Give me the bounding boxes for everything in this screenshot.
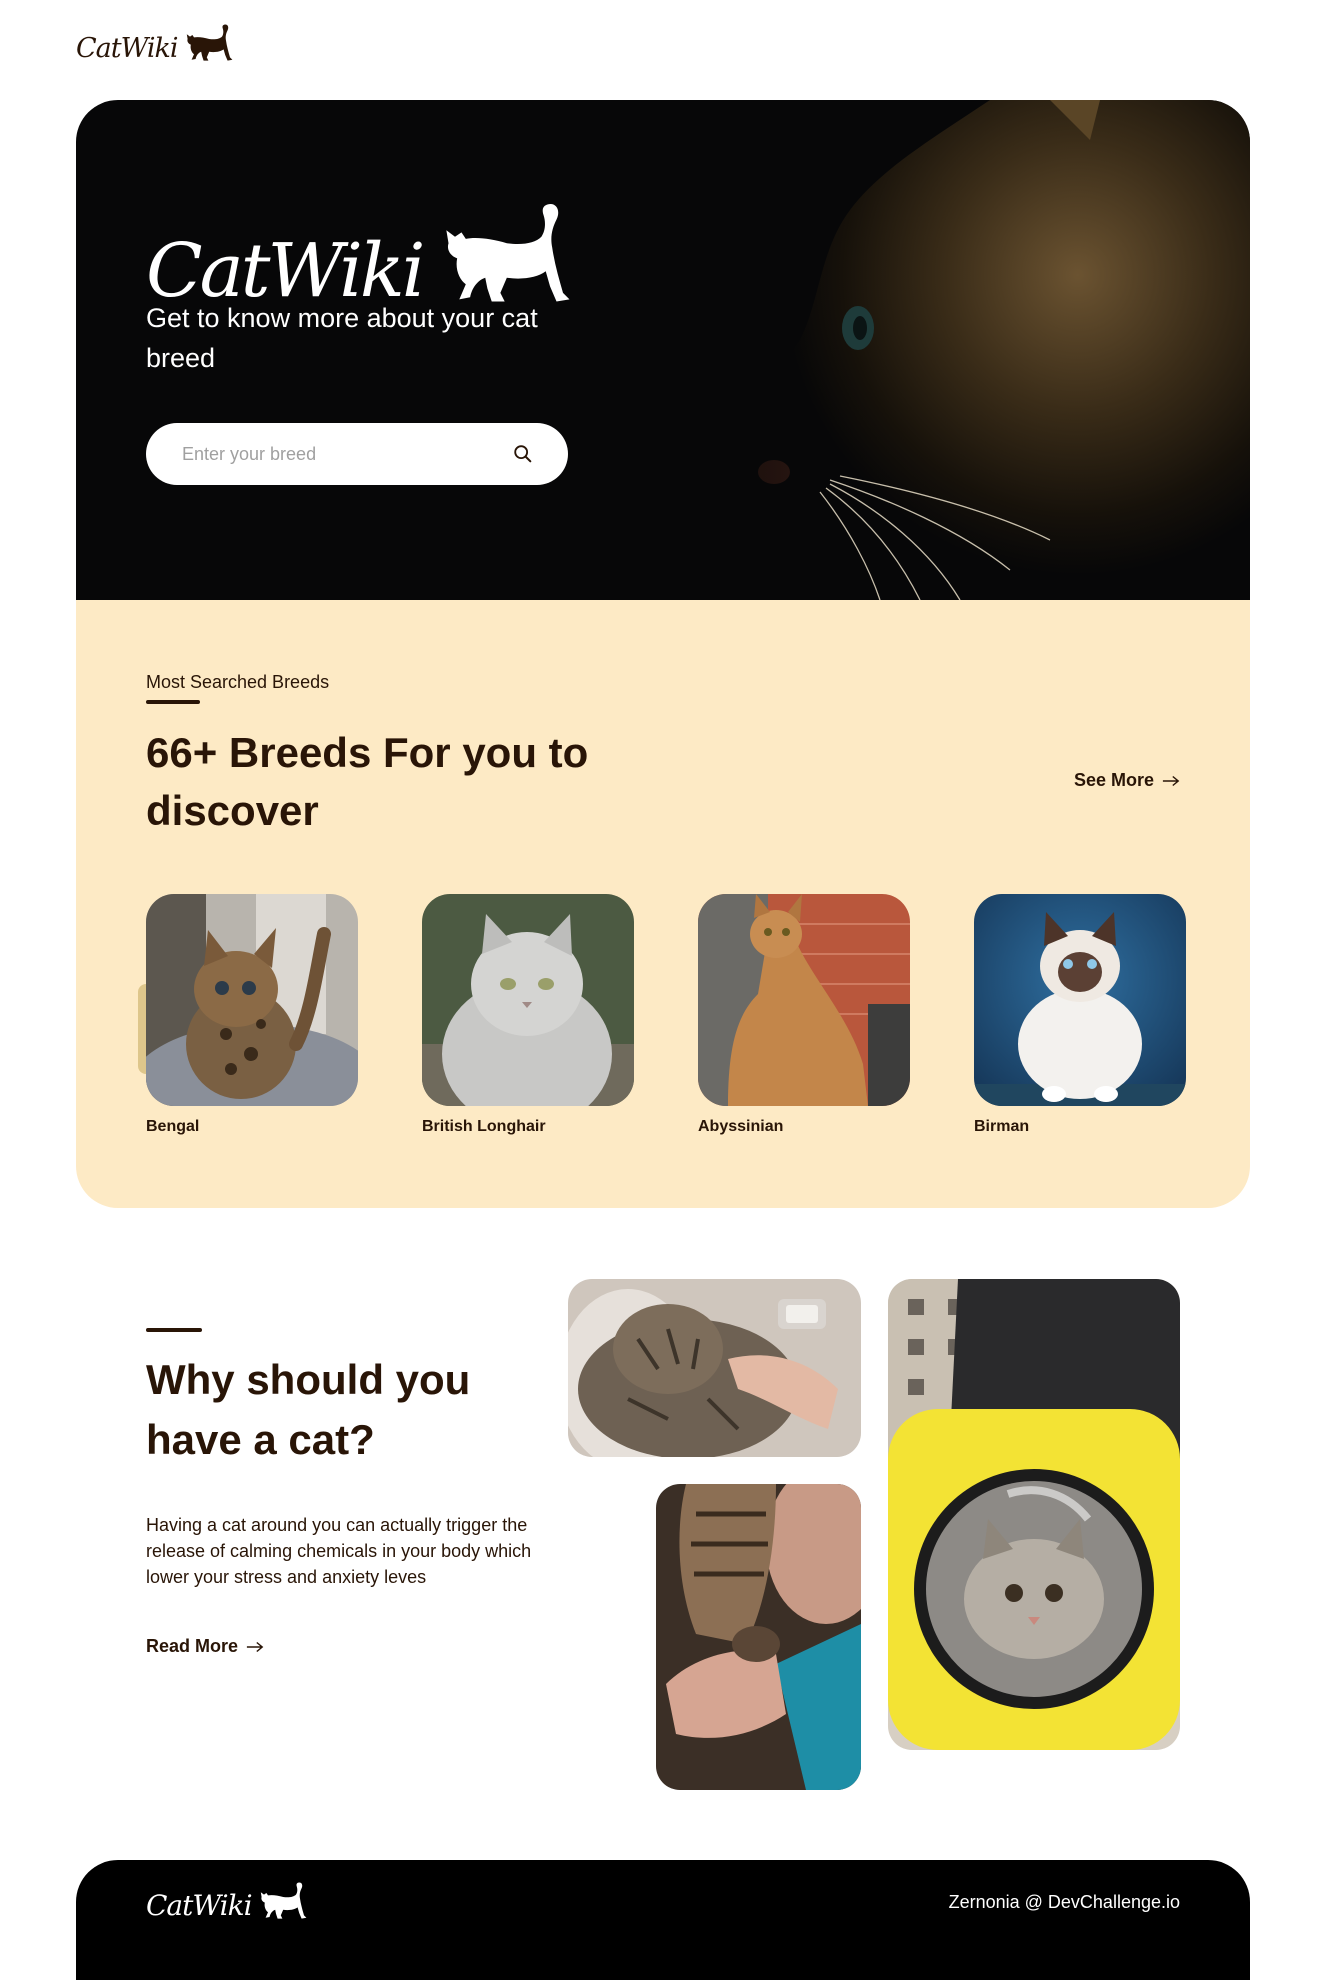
breed-card-birman[interactable]: Birman — [974, 894, 1186, 1136]
breed-name[interactable]: British Longhair — [422, 1118, 634, 1136]
read-more-link[interactable]: Read More — [146, 1636, 264, 1657]
breed-photo-birman[interactable] — [974, 894, 1186, 1106]
search-icon[interactable] — [512, 443, 534, 465]
photo-cat-in-arms — [568, 1279, 861, 1457]
read-more-label: Read More — [146, 1636, 239, 1656]
hero-section: CatWiki Get to know more about your cat … — [76, 100, 1250, 600]
hero-cat-photo — [630, 100, 1250, 600]
breed-name[interactable]: Abyssinian — [698, 1118, 910, 1136]
hero-brand: CatWiki — [146, 200, 574, 308]
breeds-eyebrow: Most Searched Breeds — [146, 672, 330, 692]
photo-cat-in-backpack — [888, 1279, 1180, 1750]
breed-search-box[interactable] — [146, 423, 568, 485]
footer-credit: Zernonia @ DevChallenge.io — [948, 1892, 1180, 1912]
breed-card-abyssinian[interactable]: Abyssinian — [698, 894, 910, 1136]
why-heading: Why should you have a cat? — [146, 1356, 471, 1463]
breed-name[interactable]: Bengal — [146, 1118, 358, 1136]
section-divider — [146, 700, 200, 704]
top-logo[interactable]: CatWiki — [76, 22, 234, 64]
cat-silhouette-icon — [260, 1880, 308, 1922]
see-more-label: See More — [1073, 770, 1154, 790]
breed-card-british-longhair[interactable]: British Longhair — [422, 894, 634, 1136]
breed-photo-british-longhair[interactable] — [422, 894, 634, 1106]
arrow-right-icon — [246, 1641, 264, 1653]
cat-silhouette-icon — [186, 22, 234, 64]
see-more-link[interactable]: See More — [1074, 770, 1180, 791]
footer-wordmark: CatWiki — [146, 1889, 253, 1922]
breed-photo-bengal[interactable] — [146, 894, 358, 1106]
section-divider — [146, 1328, 202, 1332]
breeds-heading: 66+ Breeds For you to discover — [146, 729, 589, 834]
footer-logo[interactable]: CatWiki — [146, 1880, 308, 1922]
hero-wordmark: CatWiki — [146, 228, 425, 314]
footer: CatWiki Zernonia @ DevChallenge.io — [76, 1860, 1250, 1980]
arrow-right-icon — [1162, 775, 1180, 787]
hero-tagline: Get to know more about your cat breed — [146, 303, 538, 373]
why-description: Having a cat around you can actually tri… — [146, 1515, 532, 1587]
most-searched-breeds-section: Most Searched Breeds 66+ Breeds For you … — [76, 600, 1250, 1208]
breed-search-input[interactable] — [180, 442, 512, 466]
photo-paw-in-hand — [656, 1484, 861, 1790]
breed-card-bengal[interactable]: Bengal — [138, 894, 358, 1136]
cat-silhouette-icon — [444, 200, 574, 308]
brand-wordmark: CatWiki — [76, 33, 179, 64]
breed-photo-abyssinian[interactable] — [698, 894, 910, 1106]
breed-name[interactable]: Birman — [974, 1118, 1186, 1136]
